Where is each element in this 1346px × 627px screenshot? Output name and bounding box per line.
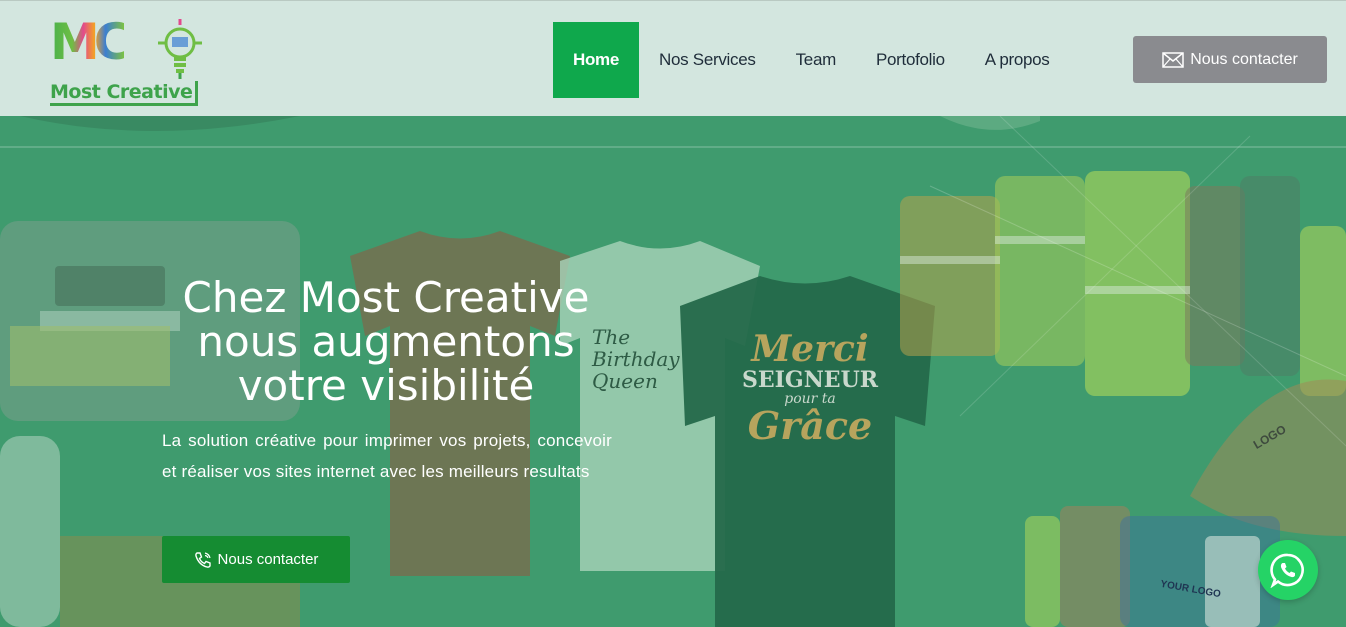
nav-item-about[interactable]: A propos — [965, 22, 1070, 98]
nav-item-team[interactable]: Team — [776, 22, 856, 98]
shirt-text-seigneur: SEIGNEUR — [741, 367, 879, 393]
whatsapp-icon — [1270, 553, 1304, 588]
header-contact-button[interactable]: Nous contacter — [1133, 36, 1327, 83]
hero-section: Merci SEIGNEUR pour ta Grâce The Birthda… — [0, 116, 1346, 627]
nav-item-home[interactable]: Home — [553, 22, 640, 98]
hero-description: La solution créative pour imprimer vos p… — [162, 431, 612, 481]
site-header: MC Most Creative Home Nos Services Team … — [0, 0, 1346, 116]
phone-icon — [194, 551, 211, 568]
hero-title: Chez Most Creative nous augmentons votre… — [160, 276, 612, 408]
shirt-print-merci: Merci SEIGNEUR pour ta Grâce — [720, 330, 900, 446]
logo-letters: MC — [50, 13, 130, 71]
whatsapp-button[interactable] — [1258, 540, 1318, 600]
nav-item-services[interactable]: Nos Services — [639, 22, 776, 98]
envelope-icon — [1162, 51, 1184, 68]
header-contact-label: Nous contacter — [1190, 50, 1298, 68]
hero-divider — [0, 146, 1346, 148]
shirt-text-grace: Grâce — [747, 403, 873, 448]
logo-name: Most Creative — [50, 81, 199, 106]
hero-title-line1: Chez Most Creative — [182, 273, 590, 322]
hero-contact-label: Nous contacter — [217, 551, 319, 568]
hero-contact-button[interactable]: Nous contacter — [162, 536, 350, 583]
logo[interactable]: MC Most Creative — [48, 11, 218, 109]
hero-title-line3: votre visibilité — [237, 361, 535, 410]
hero-title-line2: nous augmentons — [197, 317, 575, 366]
main-nav: Home Nos Services Team Portofolio A prop… — [553, 22, 1070, 98]
nav-item-portfolio[interactable]: Portofolio — [856, 22, 965, 98]
lightbulb-icon — [158, 19, 202, 79]
shirt-text-merci: Merci — [751, 328, 869, 370]
